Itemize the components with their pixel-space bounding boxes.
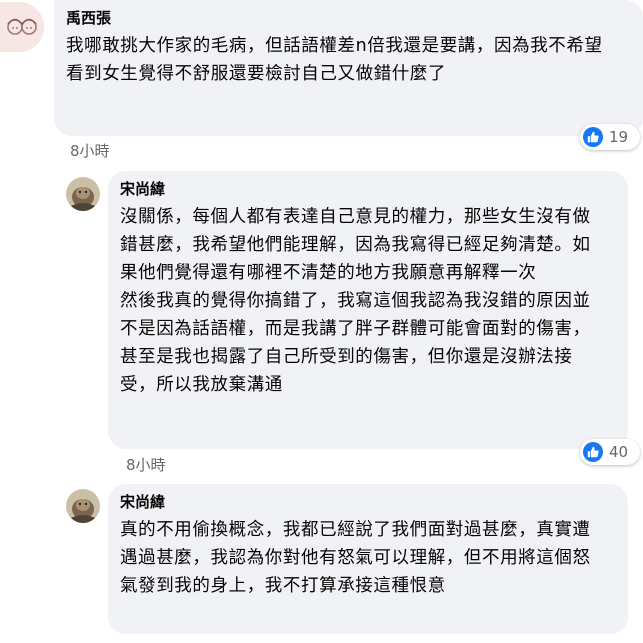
comment-timestamp[interactable]: 8小時 (126, 455, 166, 475)
comment-author[interactable]: 禹西張 (66, 8, 631, 28)
reaction-count: 40 (609, 443, 629, 461)
comment-author[interactable]: 宋尚緯 (120, 492, 616, 512)
comment-bubble: 禹西張 我哪敢挑大作家的毛病，但話語權差n倍我還是要講，因為我不希望看到女生覺得… (54, 0, 643, 136)
reply-bubble: 宋尚緯 真的不用偷換概念，我都已經說了我們面對過甚麼，真實遭遇過甚麼，我認為你對… (108, 484, 628, 634)
avatar[interactable] (66, 489, 100, 523)
comment-text: 沒關係，每個人都有表達自己意見的權力，那些女生沒有做錯甚麼，我希望他們能理解，因… (120, 207, 591, 395)
avatar[interactable] (0, 2, 44, 52)
reaction-summary[interactable]: 19 (580, 124, 640, 150)
reply-bubble: 宋尚緯 沒關係，每個人都有表達自己意見的權力，那些女生沒有做錯甚麼，我希望他們能… (108, 171, 628, 449)
reaction-count: 19 (609, 128, 629, 146)
comment-timestamp[interactable]: 8小時 (70, 141, 110, 161)
comment-text: 我哪敢挑大作家的毛病，但話語權差n倍我還是要講，因為我不希望看到女生覺得不舒服還… (66, 36, 603, 84)
like-icon (583, 127, 603, 147)
comment-author[interactable]: 宋尚緯 (120, 179, 616, 199)
avatar[interactable] (66, 177, 100, 211)
comment-text: 真的不用偷換概念，我都已經說了我們面對過甚麼，真實遭遇過甚麼，我認為你對他有怒氣… (120, 520, 591, 596)
reaction-summary[interactable]: 40 (580, 439, 640, 465)
like-icon (583, 442, 603, 462)
